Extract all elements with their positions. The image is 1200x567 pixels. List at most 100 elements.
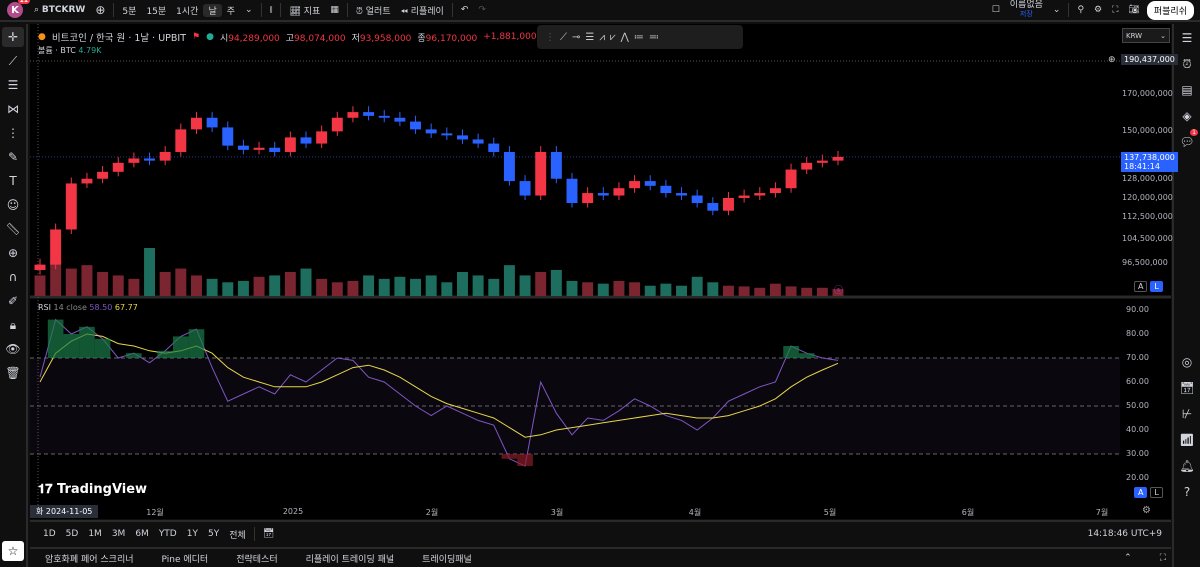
interval-1h[interactable]: 1시간	[171, 4, 203, 17]
range-ytd[interactable]: YTD	[154, 529, 182, 539]
tab-trading-panel[interactable]: 트레이딩패널	[417, 552, 477, 565]
replay-button[interactable]: ⏪︎ 리플레이	[396, 4, 449, 17]
short-position-icon[interactable]: ≕	[649, 32, 659, 43]
pattern-icon[interactable]: ⋈	[2, 99, 24, 119]
head-shoulders-icon[interactable]: ⋀	[621, 32, 629, 43]
camera-icon[interactable]: 📷︎	[1123, 5, 1144, 15]
undo-icon[interactable]: ↶	[456, 5, 474, 15]
range-5d[interactable]: 5D	[61, 529, 84, 539]
indicators-button[interactable]: 📈︎ 지표	[284, 4, 325, 17]
range-6m[interactable]: 6M	[130, 529, 154, 539]
log-scale-button[interactable]: L	[1150, 281, 1163, 292]
rsi-auto-scale-button[interactable]: A	[1134, 487, 1148, 498]
divider	[260, 3, 262, 17]
parallel-channel-icon[interactable]: ☰	[585, 32, 594, 43]
symbol-search-button[interactable]: ⌕ BTCKRW	[29, 5, 90, 15]
drag-handle-icon[interactable]: ⋮	[545, 32, 555, 43]
tab-pine-editor[interactable]: Pine 에디터	[157, 552, 214, 565]
interval-1w[interactable]: 주	[222, 4, 240, 17]
time-tick: 4월	[688, 508, 702, 517]
overbought-fill	[798, 353, 815, 358]
watchlist-icon[interactable]: ☰	[1176, 28, 1198, 48]
add-alert-plus-icon[interactable]: ⊕	[1108, 55, 1116, 65]
flag-icon[interactable]: ⚑	[192, 32, 200, 42]
eye-icon[interactable]: 👁︎	[2, 339, 24, 359]
abcd-pattern-icon[interactable]: ⩗	[610, 32, 616, 43]
event-lightning-icon[interactable]: ⓢ	[834, 283, 843, 296]
fib-retracement-icon[interactable]: ☰	[2, 75, 24, 95]
publish-button[interactable]: 퍼블리쉬	[1146, 0, 1194, 20]
chat-icon[interactable]: 💬︎ 1	[1176, 129, 1198, 152]
zoom-in-icon[interactable]: ⊕	[2, 243, 24, 263]
price-tick: 96,500,000	[1122, 258, 1168, 268]
stock-chart-icon[interactable]: ⊬	[1176, 404, 1198, 424]
candle	[159, 151, 171, 161]
trend-line-tool-icon[interactable]: ⟋	[560, 32, 567, 43]
maximize-panel-icon[interactable]: ⛶	[1155, 553, 1171, 563]
prediction-icon[interactable]: ⋮	[2, 123, 24, 143]
horizontal-ray-icon[interactable]: ⊸	[572, 32, 580, 43]
currency-select[interactable]: KRW ⌄	[1122, 28, 1170, 43]
range-all[interactable]: 전체	[224, 528, 251, 541]
range-3m[interactable]: 3M	[107, 529, 131, 539]
candle-type-icon[interactable]: ⫾	[265, 5, 278, 15]
redo-icon[interactable]: ↷	[473, 5, 491, 15]
range-1d[interactable]: 1D	[38, 529, 61, 539]
crosshair-icon[interactable]: ✛	[2, 27, 24, 47]
long-position-icon[interactable]: ≔	[634, 32, 644, 43]
compare-plus-icon[interactable]: ⊕	[90, 3, 110, 17]
settings-gear-icon[interactable]: ⚙	[1089, 5, 1107, 15]
layout-name-button[interactable]: 이름없음 저장	[1005, 1, 1048, 19]
templates-grid-icon[interactable]: ▦	[325, 5, 344, 15]
candle	[769, 188, 781, 194]
text-icon[interactable]: T	[2, 171, 24, 191]
interval-15m[interactable]: 15분	[141, 4, 171, 17]
alert-button[interactable]: ⏰︎ 얼러트	[351, 4, 396, 17]
range-1m[interactable]: 1M	[83, 529, 107, 539]
alarm-clock-icon[interactable]: ⏰︎	[1176, 54, 1198, 74]
candle	[284, 137, 296, 152]
layout-square-icon[interactable]: ☐	[987, 5, 1005, 15]
trend-line-icon[interactable]: ⟋	[2, 51, 24, 71]
collapse-panel-chevron-up-icon[interactable]: ⌃	[1119, 553, 1137, 563]
bell-icon[interactable]: 🔔︎	[1176, 456, 1198, 476]
fullscreen-icon[interactable]: ⛶	[1107, 5, 1123, 15]
user-avatar[interactable]: K 11	[7, 0, 30, 18]
time-axis-settings-icon[interactable]: ⚙	[1142, 505, 1151, 516]
overbought-fill	[188, 329, 205, 358]
help-icon[interactable]: ?	[1176, 482, 1198, 502]
interval-5m[interactable]: 5분	[117, 4, 141, 17]
auto-scale-button[interactable]: A	[1134, 281, 1148, 292]
lock-draw-icon[interactable]: ✐	[2, 291, 24, 311]
calendar-icon[interactable]: 📅︎	[1176, 378, 1198, 398]
chart-canvas[interactable]	[30, 24, 1171, 519]
elliott-wave-icon[interactable]: ⩘	[599, 32, 605, 43]
interval-dropdown-chevron-icon[interactable]: ⌄	[240, 5, 258, 15]
volume-bar	[676, 285, 688, 296]
range-1y[interactable]: 1Y	[182, 529, 203, 539]
timezone-clock[interactable]: 14:18:46 UTC+9	[1083, 529, 1167, 539]
chart-area[interactable]	[30, 24, 1171, 519]
range-5y[interactable]: 5Y	[203, 529, 224, 539]
tab-crypto-screener[interactable]: 암호화폐 페어 스크리너	[40, 552, 139, 565]
tab-strategy-tester[interactable]: 전략테스터	[231, 552, 282, 565]
tab-replay-trading-panel[interactable]: 리플레이 트레이딩 패널	[301, 552, 400, 565]
magnet-icon[interactable]: ∩	[2, 267, 24, 287]
favorites-star-icon[interactable]: ☆	[2, 541, 24, 561]
add-list-icon[interactable]: ▤	[1176, 80, 1198, 100]
divider	[451, 3, 453, 17]
rsi-log-scale-button[interactable]: L	[1150, 487, 1163, 498]
trash-icon[interactable]: 🗑︎	[2, 363, 24, 383]
broadcast-icon[interactable]: 📶︎	[1176, 430, 1198, 450]
interval-1d[interactable]: 날	[203, 3, 222, 17]
lock-icon[interactable]: 🔒︎	[2, 315, 24, 335]
brush-icon[interactable]: ✎	[2, 147, 24, 167]
quick-search-icon[interactable]: ⚲	[1072, 5, 1089, 15]
layers-icon[interactable]: ◈	[1176, 106, 1198, 126]
ruler-icon[interactable]: 📏︎	[2, 219, 24, 239]
layout-chevron-icon[interactable]: ⌄	[1048, 5, 1066, 15]
emoji-icon[interactable]: ☺	[2, 195, 24, 215]
series-title[interactable]: 비트코인 / 한국 원 · 1날 · UPBIT	[52, 30, 186, 44]
goto-date-calendar-icon[interactable]: 📅︎	[258, 529, 279, 539]
target-icon[interactable]: ◎	[1176, 352, 1198, 372]
